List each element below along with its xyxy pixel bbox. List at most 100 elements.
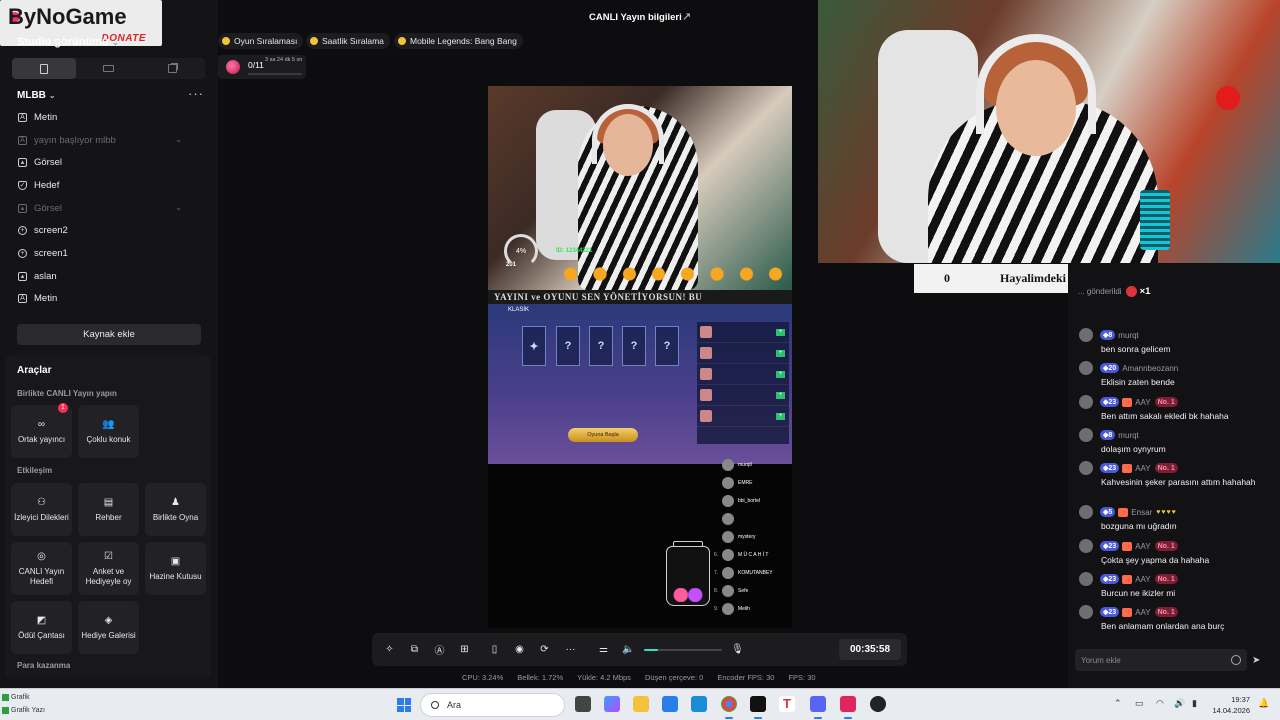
gift-multiplier: ×1 bbox=[1139, 286, 1151, 297]
battery-icon[interactable]: ▮ bbox=[1192, 698, 1197, 709]
more-icon[interactable]: ··· bbox=[188, 86, 204, 101]
chat-username[interactable]: AAY bbox=[1135, 575, 1150, 584]
more-options-icon[interactable]: ··· bbox=[564, 643, 577, 656]
viewer-requests-button[interactable]: ⚇ İzleyici Dilekleri bbox=[11, 483, 72, 536]
speaker-icon[interactable]: 🔈 bbox=[622, 643, 635, 656]
taskbar-clock[interactable]: 19:37 14.04.2026 bbox=[1210, 694, 1250, 716]
source-item[interactable]: Ayayın başlıyor mlbb ⌄ bbox=[10, 129, 206, 152]
live-goal-button[interactable]: ◎ CANLI Yayın Hedefi bbox=[11, 542, 72, 595]
taskbar-widget[interactable]: Grafik Grafik Yazı bbox=[2, 691, 45, 717]
avatar[interactable] bbox=[1079, 428, 1093, 442]
gift-goal-widget[interactable]: 0/11 3 sa 24 dk 5 sn bbox=[218, 55, 306, 79]
magic-wand-icon[interactable]: ✧ bbox=[383, 643, 396, 656]
live-info-title[interactable]: CANLI Yayın bilgileri bbox=[589, 12, 682, 23]
chrome-icon[interactable] bbox=[721, 696, 737, 719]
chat-username[interactable]: AAY bbox=[1135, 398, 1150, 407]
tab-landscape[interactable] bbox=[76, 58, 140, 79]
chat-text: dolaşım oynyrum bbox=[1101, 444, 1166, 454]
multi-guest-button[interactable]: 👥 Çoklu konuk bbox=[78, 405, 139, 458]
source-item[interactable]: ▴ aslan bbox=[10, 265, 206, 288]
chat-username[interactable]: AAY bbox=[1135, 542, 1150, 551]
volume-slider[interactable] bbox=[644, 649, 722, 651]
avatar[interactable] bbox=[1079, 461, 1093, 475]
volume-icon[interactable]: 🔊 bbox=[1174, 698, 1185, 709]
add-source-button[interactable]: Kaynak ekle bbox=[17, 324, 201, 345]
avatar[interactable] bbox=[1079, 505, 1093, 519]
phone-icon[interactable]: ▯ bbox=[488, 643, 501, 656]
app-icon[interactable] bbox=[870, 696, 886, 712]
ai-icon[interactable]: Ⓐ bbox=[433, 643, 446, 657]
avatar[interactable] bbox=[1079, 328, 1093, 342]
chat-username[interactable]: Ensar bbox=[1131, 508, 1152, 517]
emoji-icon[interactable] bbox=[1231, 655, 1241, 665]
chat-username[interactable]: murqt bbox=[1118, 431, 1138, 440]
copilot-icon[interactable] bbox=[604, 696, 620, 712]
hero-slot: ? bbox=[655, 326, 679, 366]
treasure-box-button[interactable]: ▣ Hazine Kutusu bbox=[145, 542, 206, 595]
source-item[interactable]: ▴ Görsel ⌄ bbox=[10, 197, 206, 220]
chat-message: ◆ 8 murqt dolaşım oynyrum bbox=[1079, 428, 1275, 455]
scene-dropdown[interactable]: MLBB ⌄ bbox=[17, 90, 56, 101]
tiktok-studio-icon[interactable] bbox=[840, 696, 856, 719]
source-item[interactable]: ✓ Hedef bbox=[10, 174, 206, 197]
avatar[interactable] bbox=[1079, 361, 1093, 375]
chat-message: ◆ 20 Amannbeozann Eklisin zaten bende bbox=[1079, 361, 1275, 388]
camera-switch-icon[interactable]: ⟳ bbox=[538, 643, 551, 656]
avatar[interactable] bbox=[1079, 539, 1093, 553]
add-scene-icon[interactable]: ⊞ bbox=[458, 643, 471, 656]
play-together-button[interactable]: ♟ Birlikte Oyna bbox=[145, 483, 206, 536]
store-icon[interactable] bbox=[662, 696, 678, 712]
source-label: Metin bbox=[34, 293, 58, 305]
share-icon[interactable]: ↗ bbox=[682, 10, 691, 23]
source-item[interactable]: A Metin bbox=[10, 288, 206, 311]
record-icon[interactable]: ◉ bbox=[513, 643, 526, 656]
avatar[interactable] bbox=[1079, 572, 1093, 586]
chest-icon: ▣ bbox=[170, 555, 181, 567]
chat-username[interactable]: murqt bbox=[1118, 331, 1138, 340]
task-view-icon[interactable] bbox=[575, 696, 591, 712]
tiktok-icon[interactable] bbox=[750, 696, 766, 719]
gift-gallery-button[interactable]: ◈ Hediye Galerisi bbox=[78, 601, 139, 654]
network-icon[interactable]: ▭ bbox=[1135, 698, 1144, 709]
source-item[interactable]: ▴ Görsel bbox=[10, 151, 206, 174]
notification-bell-icon[interactable]: 🔔 bbox=[1258, 698, 1269, 709]
chat-message: ◆ 23 AAY No. 1 Çokta şey yapma da hahaha bbox=[1079, 539, 1275, 566]
chip-hourly-ranking[interactable]: Saatlik Sıralama bbox=[306, 33, 390, 49]
chip-game-ranking[interactable]: Oyun Sıralaması bbox=[218, 33, 304, 49]
folder-icon[interactable] bbox=[633, 696, 649, 712]
tab-portrait[interactable] bbox=[12, 58, 77, 79]
microphone-icon[interactable]: 🎙 bbox=[731, 643, 744, 656]
text-app-icon[interactable]: T bbox=[779, 696, 795, 712]
chat-username[interactable]: AAY bbox=[1135, 608, 1150, 617]
source-item[interactable]: + screen1 bbox=[10, 242, 206, 265]
chat-username[interactable]: Amannbeozann bbox=[1122, 364, 1178, 373]
comment-input[interactable]: Yorum ekle bbox=[1075, 649, 1247, 671]
tab-multi[interactable] bbox=[141, 58, 205, 79]
avatar[interactable] bbox=[1079, 605, 1093, 619]
edge-icon[interactable] bbox=[691, 696, 707, 712]
windows-start-icon[interactable] bbox=[397, 698, 411, 712]
avatar[interactable] bbox=[1079, 395, 1093, 409]
chevron-down-icon[interactable]: ⌄ bbox=[175, 135, 182, 144]
cohost-button[interactable]: 1 ∞ Ortak yayıncı bbox=[11, 403, 72, 458]
chat-username[interactable]: AAY bbox=[1135, 464, 1150, 473]
source-item[interactable]: A Metin bbox=[10, 106, 206, 129]
screen-share-icon[interactable]: ⧉ bbox=[408, 643, 421, 656]
volume-fill bbox=[644, 649, 659, 651]
fan-club-icon bbox=[1122, 397, 1133, 407]
send-icon[interactable]: ➤ bbox=[1252, 655, 1260, 666]
chevron-up-icon[interactable]: ⌃ bbox=[1114, 698, 1122, 709]
chevron-down-icon[interactable]: ⌄ bbox=[175, 203, 182, 212]
reward-bag-button[interactable]: ◩ Ödül Çantası bbox=[11, 601, 72, 654]
chip-game-category[interactable]: Mobile Legends: Bang Bang bbox=[394, 33, 523, 49]
game-screen: KLASİK ✦ ? ? ? ? + + + + + Oyuna Başla bbox=[488, 304, 792, 464]
guide-button[interactable]: ▤ Rehber bbox=[78, 483, 139, 536]
mixer-icon[interactable]: ⚌ bbox=[597, 643, 610, 656]
discord-icon[interactable] bbox=[810, 696, 826, 719]
poll-gift-button[interactable]: ☑ Anket ve Hediyeyle oy bbox=[78, 542, 139, 595]
wifi-icon[interactable]: ◠ bbox=[1156, 698, 1164, 709]
studio-view-dropdown[interactable]: Studio görünümü ⌄ bbox=[17, 36, 119, 48]
source-item[interactable]: + screen2 bbox=[10, 219, 206, 242]
stream-preview[interactable]: 4% 201 ID: 12344321 YAYINI ve OYUNU SEN … bbox=[488, 86, 792, 628]
taskbar-search[interactable]: Ara bbox=[420, 693, 565, 717]
